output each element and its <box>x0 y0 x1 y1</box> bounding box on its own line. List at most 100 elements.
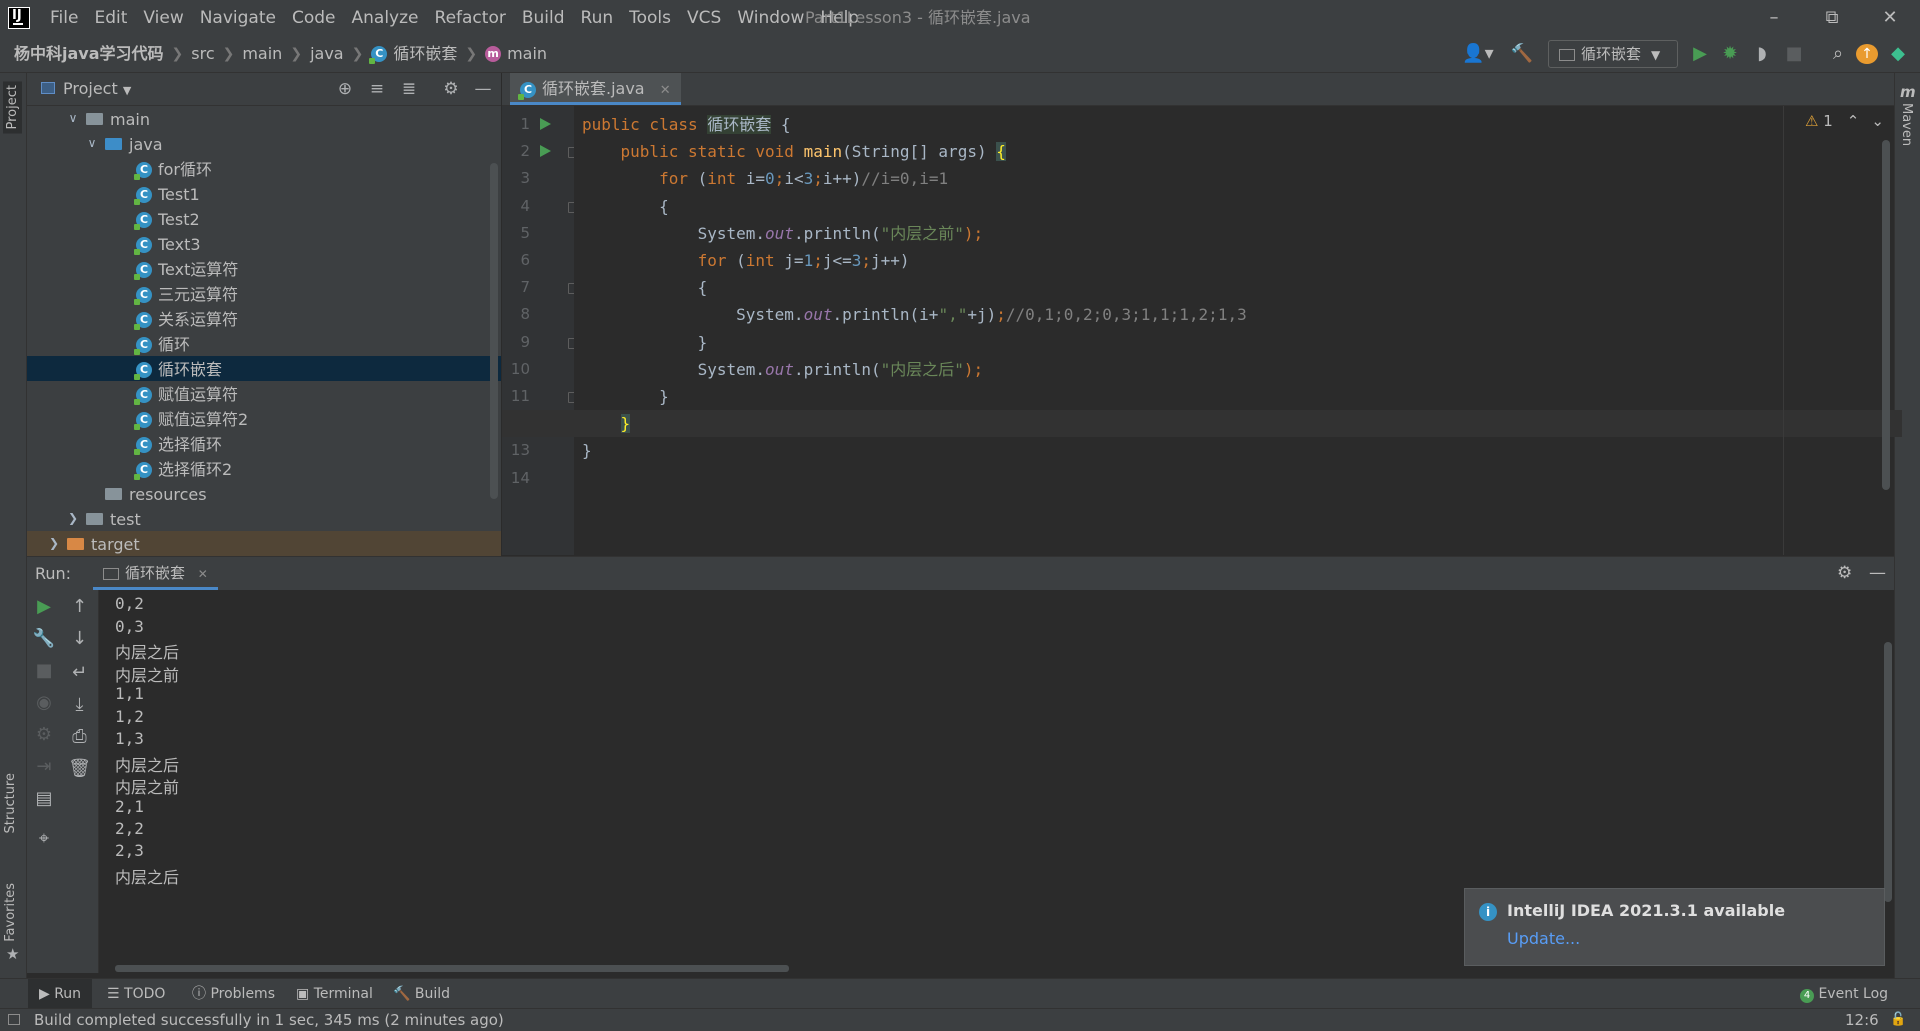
breadcrumb-src[interactable]: src <box>191 36 214 72</box>
console-horizontal-scrollbar[interactable] <box>115 965 789 972</box>
menu-vcs[interactable]: VCS <box>679 0 729 36</box>
scroll-to-end-icon[interactable]: ⤓ <box>61 694 98 715</box>
build-tool-tab[interactable]: 🔨 Build <box>393 979 450 1009</box>
line-number[interactable]: 5 <box>502 224 530 242</box>
breadcrumb-java[interactable]: java <box>310 36 344 72</box>
structure-tool-tab[interactable]: Structure <box>3 773 18 833</box>
tree-item[interactable]: C Test1 <box>27 181 501 206</box>
chevron-down-icon[interactable]: ⌄ <box>1871 112 1884 130</box>
chevron-right-icon[interactable]: ❯ <box>47 531 61 556</box>
code-line[interactable]: System.out.println(i+","+j);//0,1;0,2;0,… <box>582 301 1247 328</box>
menu-file[interactable]: File <box>42 0 86 36</box>
expand-all-icon[interactable]: ≡ <box>365 73 389 105</box>
line-number[interactable]: 8 <box>502 305 530 323</box>
tree-item[interactable]: C 选择循环 <box>27 431 501 456</box>
run-config-select[interactable]: 循环嵌套 ▼ <box>1548 40 1678 68</box>
code-line[interactable]: } <box>582 383 669 410</box>
menu-code[interactable]: Code <box>284 0 344 36</box>
gear-icon[interactable]: ⚙ <box>1837 557 1852 590</box>
code-line[interactable]: } <box>582 329 708 356</box>
breadcrumb-method[interactable]: main <box>507 36 547 72</box>
code-line[interactable]: { <box>582 193 669 220</box>
code-line[interactable]: System.out.println("内层之前"); <box>582 220 984 247</box>
line-number[interactable]: 9 <box>502 333 530 351</box>
menu-tools[interactable]: Tools <box>621 0 679 36</box>
favorites-tool-tab[interactable]: Favorites <box>3 883 18 942</box>
tree-item[interactable]: C 赋值运算符2 <box>27 406 501 431</box>
line-number[interactable]: 3 <box>502 169 530 187</box>
minimize-button[interactable]: – <box>1745 0 1803 36</box>
tree-item[interactable]: C 循环 <box>27 331 501 356</box>
line-number[interactable]: 1 <box>502 115 530 133</box>
tree-item[interactable]: C 选择循环2 <box>27 456 501 481</box>
code-line[interactable]: } <box>502 410 1902 438</box>
editor-tab[interactable]: C 循环嵌套.java ✕ <box>510 73 681 105</box>
menu-refactor[interactable]: Refactor <box>427 0 514 36</box>
tree-item[interactable]: ∨ java <box>27 131 501 156</box>
run-tab[interactable]: 循环嵌套 ✕ <box>93 557 218 590</box>
soft-wrap-icon[interactable]: ↵ <box>61 662 98 683</box>
gear-icon[interactable]: ⚙ <box>439 73 463 105</box>
toolbox-icon[interactable]: ◆ <box>1886 42 1910 66</box>
editor-scrollbar[interactable] <box>1882 140 1890 490</box>
hide-icon[interactable]: — <box>471 73 495 105</box>
todo-tool-tab[interactable]: ☰ TODO <box>107 979 165 1009</box>
lock-icon[interactable]: 🔓 <box>1890 1009 1906 1031</box>
code-line[interactable]: public class 循环嵌套 { <box>582 111 791 138</box>
line-number[interactable]: 2 <box>502 142 530 160</box>
search-icon[interactable]: ⌕ <box>1826 42 1850 66</box>
menu-run[interactable]: Run <box>573 0 622 36</box>
project-scrollbar[interactable] <box>490 163 498 499</box>
terminal-tool-tab[interactable]: ▣ Terminal <box>296 979 373 1009</box>
close-tab-icon[interactable]: ✕ <box>660 83 671 98</box>
tree-item[interactable]: C Test2 <box>27 206 501 231</box>
tree-item[interactable]: ∨ main <box>27 106 501 131</box>
breadcrumb-class[interactable]: 循环嵌套 <box>393 36 457 72</box>
warnings-indicator[interactable]: ⚠ 1 ⌃ ⌄ <box>1805 112 1884 130</box>
event-log-tab[interactable]: 4 Event Log <box>1800 979 1888 1009</box>
menu-window[interactable]: Window <box>729 0 812 36</box>
run-icon[interactable]: ▶ <box>1688 42 1712 66</box>
line-number[interactable]: 11 <box>502 387 530 405</box>
user-icon[interactable]: 👤▾ <box>1460 42 1496 66</box>
line-number[interactable]: 14 <box>502 469 530 487</box>
coverage-icon[interactable]: ◗ <box>1750 42 1774 66</box>
update-link[interactable]: Update... <box>1507 929 1580 948</box>
code-line[interactable]: { <box>582 274 708 301</box>
settings-icon[interactable]: ⚙ <box>27 724 61 745</box>
debug-icon[interactable]: ✹ <box>1718 42 1742 66</box>
locate-icon[interactable]: ⊕ <box>333 73 357 105</box>
rerun-icon[interactable]: ▶ <box>27 596 61 617</box>
restore-button[interactable]: ⧉ <box>1803 0 1861 36</box>
tree-item[interactable]: C 循环嵌套 <box>27 356 501 381</box>
tree-item[interactable]: C Text运算符 <box>27 256 501 281</box>
tree-item[interactable]: ❯ target <box>27 531 501 556</box>
tree-item[interactable]: C 赋值运算符 <box>27 381 501 406</box>
chevron-down-icon[interactable]: ∨ <box>66 106 80 131</box>
status-message[interactable]: Build completed successfully in 1 sec, 3… <box>34 1009 504 1031</box>
breadcrumb-project[interactable]: 杨中科java学习代码 <box>14 36 164 72</box>
code-line[interactable]: for (int i=0;i<3;i++)//i=0,i=1 <box>582 165 948 192</box>
menu-edit[interactable]: Edit <box>86 0 135 36</box>
wrench-icon[interactable]: 🔧 <box>27 628 61 649</box>
arrow-down-icon[interactable]: ↓ <box>61 628 98 649</box>
run-gutter-icon[interactable] <box>540 118 551 130</box>
project-view-select[interactable]: Project ▼ <box>63 73 131 107</box>
menu-view[interactable]: View <box>135 0 191 36</box>
exit-icon[interactable]: ⇥ <box>27 756 61 777</box>
tree-item[interactable]: C 三元运算符 <box>27 281 501 306</box>
problems-tool-tab[interactable]: ⓘ Problems <box>192 979 275 1009</box>
close-tab-icon[interactable]: ✕ <box>198 567 208 581</box>
chevron-up-icon[interactable]: ⌃ <box>1847 112 1860 130</box>
stop-icon[interactable]: ■ <box>1784 42 1804 66</box>
trash-icon[interactable]: 🗑 <box>61 758 98 779</box>
console-vertical-scrollbar[interactable] <box>1884 642 1892 902</box>
line-number[interactable]: 7 <box>502 278 530 296</box>
build-hammer-icon[interactable]: 🔨 <box>1510 42 1534 66</box>
line-number[interactable]: 10 <box>502 360 530 378</box>
camera-icon[interactable]: ◉ <box>27 692 61 713</box>
code-line[interactable]: System.out.println("内层之后"); <box>582 356 984 383</box>
layout-icon[interactable]: ▤ <box>27 788 61 809</box>
code-line[interactable]: } <box>582 437 592 464</box>
tree-item[interactable]: ❯ test <box>27 506 501 531</box>
